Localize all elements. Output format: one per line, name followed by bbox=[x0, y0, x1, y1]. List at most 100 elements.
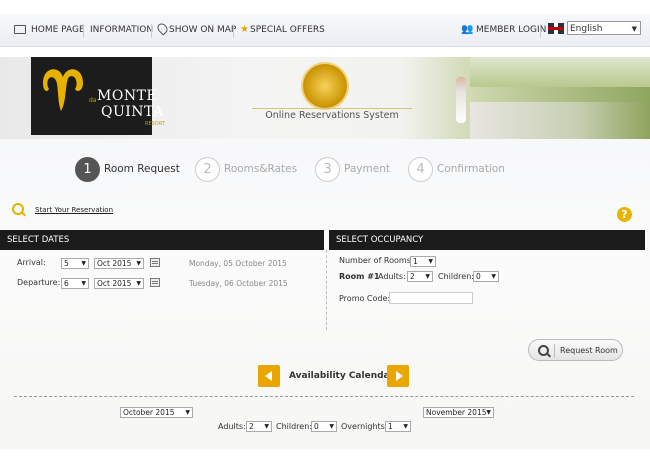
nav-separator bbox=[540, 24, 541, 38]
calendar-children-label: Children: bbox=[276, 422, 312, 431]
resort-logo[interactable]: MONTE da QUINTA RESORT bbox=[31, 57, 165, 135]
select-occupancy-header: SELECT OCCUPANCY bbox=[329, 230, 645, 250]
room-1-adults-select[interactable]: 2 ▼ bbox=[407, 271, 433, 282]
room-1-label: Room #1 bbox=[339, 272, 380, 281]
calendar-adults-select[interactable]: 2 ▼ bbox=[246, 421, 272, 432]
faded-background bbox=[0, 139, 650, 449]
step-1-number: 1 bbox=[75, 157, 100, 182]
room-1-adults-label: Adults: bbox=[378, 272, 406, 281]
section-divider bbox=[326, 250, 327, 330]
calendar-adults-label: Adults: bbox=[218, 422, 246, 431]
calendar-children-select[interactable]: 0 ▼ bbox=[311, 421, 337, 432]
map-pin-icon bbox=[155, 21, 170, 36]
chevron-down-icon: ▼ bbox=[264, 423, 269, 430]
arrival-calendar-icon[interactable] bbox=[150, 258, 160, 267]
rooms-value: 1 bbox=[413, 257, 418, 266]
departure-day-select[interactable]: 6 ▼ bbox=[61, 278, 89, 289]
calendar-divider bbox=[14, 396, 634, 397]
logo-text-quinta: QUINTA bbox=[101, 104, 164, 120]
chevron-down-icon: ▼ bbox=[428, 258, 433, 265]
chevron-down-icon: ▼ bbox=[136, 260, 141, 267]
nav-information-link[interactable]: INFORMATION bbox=[90, 14, 153, 46]
arrival-date-text: Monday, 05 October 2015 bbox=[189, 259, 287, 268]
calendar-overnights-select[interactable]: 1 ▼ bbox=[385, 421, 411, 432]
uk-flag-icon bbox=[548, 23, 564, 34]
award-medal-icon bbox=[303, 64, 347, 108]
calendar-adults-value: 2 bbox=[249, 422, 254, 431]
room-1-children-label: Children: bbox=[438, 272, 474, 281]
nav-member-login-link[interactable]: MEMBER LOGIN bbox=[476, 14, 546, 46]
chevron-down-icon: ▼ bbox=[329, 423, 334, 430]
promo-code-label: Promo Code: bbox=[339, 294, 391, 303]
departure-calendar-icon[interactable] bbox=[150, 278, 160, 287]
room-1-children-select[interactable]: 0 ▼ bbox=[473, 271, 499, 282]
chevron-down-icon: ▼ bbox=[631, 25, 637, 33]
request-room-button[interactable]: Request Room bbox=[528, 339, 623, 361]
room-1-children-value: 0 bbox=[476, 272, 481, 281]
step-3-label: Payment bbox=[344, 163, 390, 175]
chevron-down-icon: ▼ bbox=[185, 409, 190, 416]
search-icon bbox=[12, 203, 24, 215]
calendar-children-value: 0 bbox=[314, 422, 319, 431]
chevron-down-icon: ▼ bbox=[403, 423, 408, 430]
chevron-down-icon: ▼ bbox=[425, 273, 430, 280]
departure-month-select[interactable]: Oct 2015 ▼ bbox=[94, 278, 144, 289]
logo-text-da: da bbox=[89, 97, 97, 104]
language-select[interactable]: English ▼ bbox=[567, 21, 641, 35]
subtitle-rule bbox=[252, 108, 412, 109]
month-left-value: October 2015 bbox=[123, 408, 175, 417]
promo-code-input[interactable] bbox=[389, 292, 473, 304]
monitor-icon bbox=[14, 25, 26, 34]
nav-separator bbox=[151, 24, 152, 38]
step-4-label: Confirmation bbox=[437, 163, 505, 175]
arrival-day-value: 5 bbox=[64, 259, 69, 268]
step-3-number: 3 bbox=[315, 157, 340, 182]
rooms-select[interactable]: 1 ▼ bbox=[410, 256, 436, 267]
logo-mark-icon bbox=[43, 69, 83, 111]
month-right-value: November 2015 bbox=[426, 408, 487, 417]
step-1-label: Room Request bbox=[104, 163, 180, 175]
logo-text-monte: MONTE bbox=[97, 88, 158, 104]
calendar-overnights-label: Overnights: bbox=[341, 422, 388, 431]
select-dates-header: SELECT DATES bbox=[0, 230, 324, 250]
step-4-number: 4 bbox=[408, 157, 433, 182]
users-icon: 👥 bbox=[461, 24, 474, 35]
reservation-system-title: Online Reservations System bbox=[265, 110, 399, 121]
step-2-label: Rooms&Rates bbox=[224, 163, 298, 175]
chevron-down-icon: ▼ bbox=[486, 409, 491, 416]
arrival-day-select[interactable]: 5 ▼ bbox=[61, 258, 89, 269]
logo-text-resort: RESORT bbox=[145, 121, 165, 127]
arrival-month-value: Oct 2015 bbox=[97, 259, 132, 268]
departure-label: Departure: bbox=[17, 278, 61, 287]
departure-day-value: 6 bbox=[64, 279, 69, 288]
previous-month-button[interactable] bbox=[258, 365, 280, 387]
rooms-label: Number of Rooms: bbox=[339, 256, 414, 265]
banner-sky bbox=[470, 57, 650, 87]
button-separator bbox=[554, 344, 555, 358]
banner-golf-course bbox=[470, 102, 650, 139]
availability-calendar-title: Availability Calendar bbox=[289, 371, 395, 381]
room-1-adults-value: 2 bbox=[410, 272, 415, 281]
calendar-overnights-value: 1 bbox=[388, 422, 393, 431]
request-room-label: Request Room bbox=[560, 346, 618, 355]
star-icon: ★ bbox=[240, 24, 249, 35]
nav-separator bbox=[83, 24, 84, 38]
nav-show-on-map-link[interactable]: SHOW ON MAP bbox=[169, 14, 236, 46]
arrival-month-select[interactable]: Oct 2015 ▼ bbox=[94, 258, 144, 269]
departure-month-value: Oct 2015 bbox=[97, 279, 132, 288]
arrival-label: Arrival: bbox=[17, 258, 46, 267]
next-month-button[interactable] bbox=[387, 365, 409, 387]
step-2-number: 2 bbox=[195, 157, 220, 182]
start-reservation-link[interactable]: Start Your Reservation bbox=[35, 206, 113, 214]
top-navigation: HOME PAGE INFORMATION SHOW ON MAP ★ SPEC… bbox=[0, 14, 650, 47]
chevron-down-icon: ▼ bbox=[81, 280, 86, 287]
nav-special-offers-link[interactable]: SPECIAL OFFERS bbox=[250, 14, 325, 46]
month-right-select[interactable]: November 2015 ▼ bbox=[423, 407, 494, 418]
chevron-down-icon: ▼ bbox=[136, 280, 141, 287]
search-icon bbox=[538, 345, 549, 356]
banner-golfer-image bbox=[456, 77, 466, 123]
nav-home-link[interactable]: HOME PAGE bbox=[31, 14, 85, 46]
help-icon[interactable]: ? bbox=[617, 207, 632, 222]
departure-date-text: Tuesday, 06 October 2015 bbox=[189, 279, 288, 288]
month-left-select[interactable]: October 2015 ▼ bbox=[120, 407, 193, 418]
